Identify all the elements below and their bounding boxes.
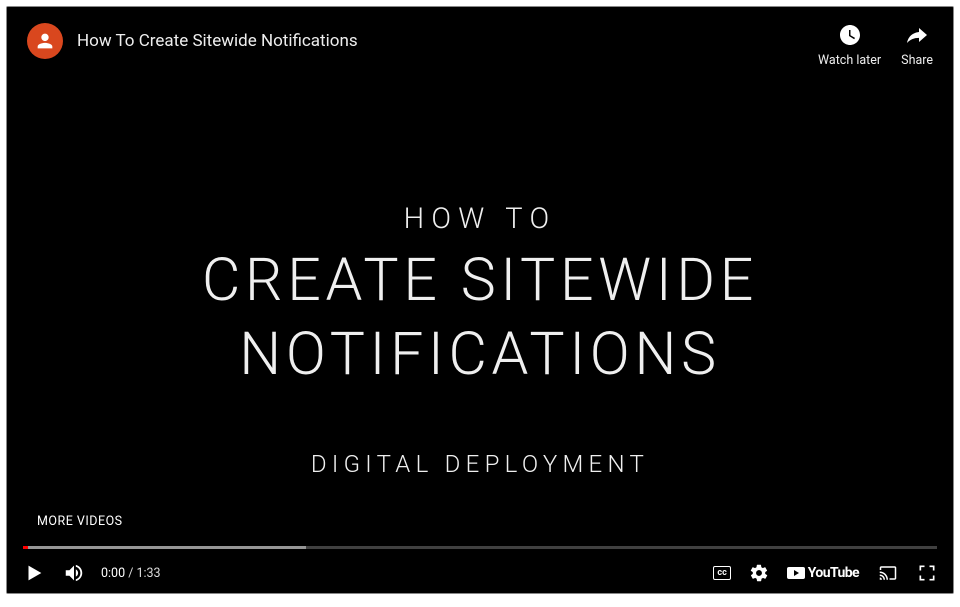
clock-icon — [838, 23, 862, 47]
time-current: 0:00 — [101, 566, 125, 581]
player-header: How To Create Sitewide Notifications Wat… — [7, 7, 953, 84]
controls-right: cc YouTube — [713, 563, 937, 583]
youtube-label: YouTube — [808, 565, 859, 581]
video-content: HOW TO CREATE SITEWIDE NOTIFICATIONS DIG… — [7, 107, 953, 478]
volume-button[interactable] — [63, 562, 85, 584]
fullscreen-icon — [917, 563, 937, 583]
play-button[interactable] — [23, 562, 45, 584]
title-line-1: HOW TO — [7, 202, 953, 236]
header-right: Watch later Share — [818, 23, 933, 68]
share-label: Share — [901, 53, 933, 68]
progress-bar[interactable] — [23, 546, 937, 549]
video-title[interactable]: How To Create Sitewide Notifications — [77, 31, 358, 51]
share-button[interactable]: Share — [901, 23, 933, 68]
title-line-2: CREATE SITEWIDE NOTIFICATIONS — [7, 244, 953, 392]
share-arrow-icon — [905, 23, 929, 47]
youtube-play-icon — [787, 567, 805, 579]
watch-on-youtube-button[interactable]: YouTube — [787, 565, 859, 581]
progress-buffered — [23, 546, 306, 549]
header-left: How To Create Sitewide Notifications — [27, 23, 358, 59]
gear-icon — [749, 563, 769, 583]
more-videos-link[interactable]: MORE VIDEOS — [37, 514, 123, 529]
cast-icon — [877, 564, 899, 582]
cast-button[interactable] — [877, 564, 899, 582]
play-icon — [23, 562, 45, 584]
watch-later-button[interactable]: Watch later — [818, 23, 881, 68]
time-display: 0:00 / 1:33 — [101, 566, 161, 581]
controls-left: 0:00 / 1:33 — [23, 562, 161, 584]
time-total: 1:33 — [136, 566, 160, 581]
time-separator: / — [125, 566, 136, 581]
progress-played — [23, 546, 28, 549]
fullscreen-button[interactable] — [917, 563, 937, 583]
video-player: How To Create Sitewide Notifications Wat… — [6, 6, 954, 594]
title-line-3: DIGITAL DEPLOYMENT — [7, 450, 953, 478]
settings-button[interactable] — [749, 563, 769, 583]
channel-avatar[interactable] — [27, 23, 63, 59]
subtitles-button[interactable]: cc — [713, 566, 730, 580]
person-icon — [34, 30, 56, 52]
controls-bar: 0:00 / 1:33 cc YouTube — [7, 553, 953, 593]
volume-icon — [63, 562, 85, 584]
watch-later-label: Watch later — [818, 53, 881, 68]
